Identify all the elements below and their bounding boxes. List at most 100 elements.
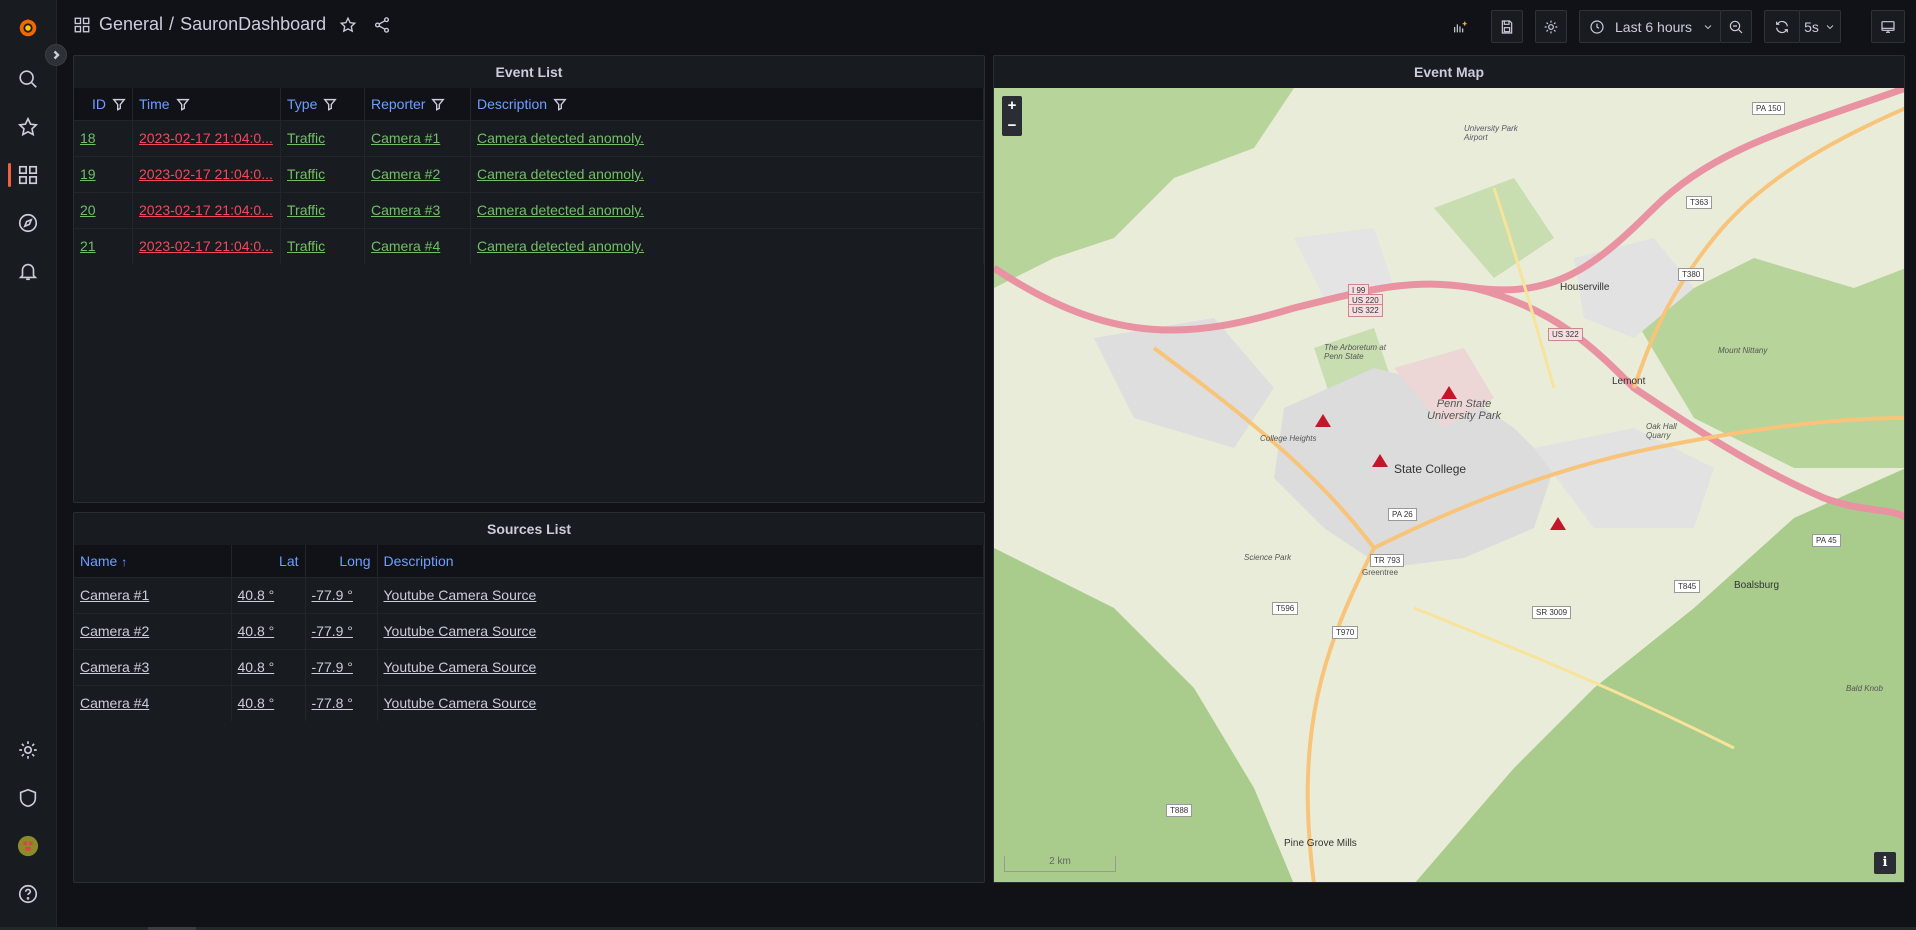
zoom-out-button[interactable]: −	[1002, 116, 1022, 136]
map-attribution-info-button[interactable]: i	[1874, 852, 1896, 874]
filter-icon[interactable]	[112, 97, 126, 111]
event-description-link[interactable]: Camera detected anomoly.	[477, 238, 644, 254]
table-row: 21 2023-02-17 21:04:0... Traffic Camera …	[74, 227, 984, 264]
zoom-out-time-button[interactable]	[1720, 10, 1752, 43]
shield-icon[interactable]	[14, 784, 42, 812]
cell-description: Youtube Camera Source	[377, 648, 984, 685]
source-name-link[interactable]: Camera #1	[80, 587, 149, 603]
event-time-link[interactable]: 2023-02-17 21:04:0...	[139, 166, 273, 182]
cell-long: -77.8 °	[305, 684, 378, 721]
column-header-name[interactable]: Name ↑	[74, 545, 232, 577]
table-row: Camera #2 40.8 ° -77.9 ° Youtube Camera …	[74, 612, 984, 649]
cell-lat: 40.8 °	[231, 612, 306, 649]
map-label: University Park Airport	[1464, 124, 1518, 142]
column-header-id[interactable]: ID	[74, 88, 133, 120]
column-header-reporter[interactable]: Reporter	[364, 88, 471, 120]
table-row: Camera #4 40.8 ° -77.8 ° Youtube Camera …	[74, 684, 984, 721]
help-icon[interactable]	[14, 880, 42, 908]
refresh-button[interactable]	[1764, 10, 1800, 43]
cell-lat: 40.8 °	[231, 684, 306, 721]
mark-favorite-star-icon[interactable]	[338, 15, 358, 35]
source-lat-link[interactable]: 40.8 °	[238, 695, 275, 711]
event-time-link[interactable]: 2023-02-17 21:04:0...	[139, 130, 273, 146]
source-long-link[interactable]: -77.9 °	[312, 659, 353, 675]
source-long-link[interactable]: -77.8 °	[312, 695, 353, 711]
zoom-in-button[interactable]: +	[1002, 96, 1022, 116]
source-name-link[interactable]: Camera #2	[80, 623, 149, 639]
map-label: The Arboretum at Penn State	[1324, 343, 1386, 361]
cell-description: Camera detected anomoly.	[470, 119, 984, 156]
source-long-link[interactable]: -77.9 °	[312, 587, 353, 603]
column-header-type[interactable]: Type	[280, 88, 365, 120]
source-description-link[interactable]: Youtube Camera Source	[384, 623, 537, 639]
map-label: Bald Knob	[1846, 684, 1883, 693]
dashboards-icon[interactable]	[14, 161, 42, 189]
event-time-link[interactable]: 2023-02-17 21:04:0...	[139, 238, 273, 254]
map-label: Houserville	[1560, 282, 1610, 293]
panel-title[interactable]: Event List	[74, 56, 984, 88]
filter-icon[interactable]	[175, 97, 190, 111]
grafana-logo-icon[interactable]	[14, 14, 42, 42]
event-type-link[interactable]: Traffic	[287, 166, 325, 182]
table-header-row: Name ↑ Lat Long Description	[74, 545, 984, 577]
source-lat-link[interactable]: 40.8 °	[238, 623, 275, 639]
event-id-link[interactable]: 19	[80, 166, 96, 182]
event-description-link[interactable]: Camera detected anomoly.	[477, 166, 644, 182]
tv-mode-button[interactable]	[1871, 10, 1905, 43]
panel-title[interactable]: Event Map	[994, 56, 1904, 88]
source-lat-link[interactable]: 40.8 °	[238, 587, 275, 603]
refresh-interval-picker[interactable]: 5s	[1799, 10, 1841, 43]
column-header-lat[interactable]: Lat	[231, 545, 306, 577]
column-header-long[interactable]: Long	[305, 545, 378, 577]
event-description-link[interactable]: Camera detected anomoly.	[477, 202, 644, 218]
panel-title[interactable]: Sources List	[74, 513, 984, 545]
source-description-link[interactable]: Youtube Camera Source	[384, 695, 537, 711]
column-header-description[interactable]: Description	[377, 545, 984, 577]
event-id-link[interactable]: 21	[80, 238, 96, 254]
filter-icon[interactable]	[323, 97, 338, 111]
add-panel-button[interactable]	[1442, 10, 1478, 43]
event-description-link[interactable]: Camera detected anomoly.	[477, 130, 644, 146]
map-canvas[interactable]: State College Penn State University Park…	[994, 88, 1904, 882]
event-type-link[interactable]: Traffic	[287, 130, 325, 146]
save-dashboard-button[interactable]	[1491, 10, 1523, 43]
column-header-description[interactable]: Description	[470, 88, 984, 120]
chevron-right-icon	[53, 50, 60, 60]
dashboard-title[interactable]: SauronDashboard	[180, 14, 326, 35]
event-type-link[interactable]: Traffic	[287, 202, 325, 218]
table-row: 19 2023-02-17 21:04:0... Traffic Camera …	[74, 155, 984, 192]
share-icon[interactable]	[372, 15, 392, 35]
event-time-link[interactable]: 2023-02-17 21:04:0...	[139, 202, 273, 218]
breadcrumb-folder[interactable]: General	[99, 14, 163, 35]
filter-icon[interactable]	[553, 97, 567, 111]
alerting-bell-icon[interactable]	[14, 257, 42, 285]
explore-compass-icon[interactable]	[14, 209, 42, 237]
event-type-link[interactable]: Traffic	[287, 238, 325, 254]
road-shield: TR 793	[1370, 554, 1405, 567]
avatar[interactable]	[14, 832, 42, 860]
source-lat-link[interactable]: 40.8 °	[238, 659, 275, 675]
source-name-link[interactable]: Camera #3	[80, 659, 149, 675]
column-header-time[interactable]: Time	[132, 88, 281, 120]
time-range-picker[interactable]: Last 6 hours	[1579, 10, 1721, 43]
event-reporter-link[interactable]: Camera #1	[371, 130, 440, 146]
source-description-link[interactable]: Youtube Camera Source	[384, 587, 537, 603]
search-icon[interactable]	[14, 65, 42, 93]
cell-id: 19	[74, 155, 133, 192]
event-id-link[interactable]: 18	[80, 130, 96, 146]
source-description-link[interactable]: Youtube Camera Source	[384, 659, 537, 675]
settings-gear-icon[interactable]	[14, 736, 42, 764]
dashboard-settings-button[interactable]	[1535, 10, 1567, 43]
source-long-link[interactable]: -77.9 °	[312, 623, 353, 639]
event-id-link[interactable]: 20	[80, 202, 96, 218]
nav-expand-button[interactable]	[45, 44, 67, 66]
event-reporter-link[interactable]: Camera #4	[371, 238, 440, 254]
table-row: Camera #1 40.8 ° -77.9 ° Youtube Camera …	[74, 576, 984, 613]
filter-icon[interactable]	[431, 97, 446, 111]
star-icon[interactable]	[14, 113, 42, 141]
event-reporter-link[interactable]: Camera #3	[371, 202, 440, 218]
event-reporter-link[interactable]: Camera #2	[371, 166, 440, 182]
clock-icon	[1590, 19, 1604, 34]
cell-description: Youtube Camera Source	[377, 684, 984, 721]
source-name-link[interactable]: Camera #4	[80, 695, 149, 711]
